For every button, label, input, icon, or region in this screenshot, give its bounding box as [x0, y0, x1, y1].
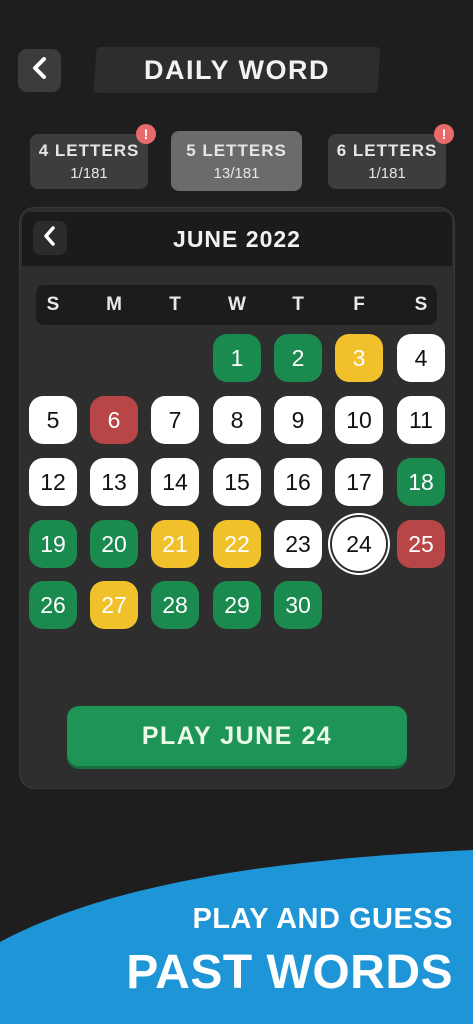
weekday-label: T	[292, 294, 304, 315]
tab-label: 5 LETTERS	[186, 140, 287, 160]
weekday-label: T	[169, 294, 181, 315]
calendar-day[interactable]: 29	[213, 581, 261, 629]
tab-6-letters[interactable]: 6 LETTERS 1/181 !	[328, 124, 454, 189]
tab-label: 4 LETTERS	[38, 141, 140, 160]
page-title: DAILY WORD	[143, 54, 331, 85]
previous-month-button[interactable]	[33, 221, 67, 255]
weekday-label: M	[106, 294, 122, 315]
promo-headline: PLAY AND GUESS	[192, 903, 453, 935]
calendar-day[interactable]: 25	[397, 520, 445, 568]
calendar-day[interactable]: 28	[151, 581, 199, 629]
calendar-day[interactable]: 22	[213, 520, 261, 568]
calendar-day[interactable]: 14	[151, 458, 199, 506]
chevron-left-icon	[42, 225, 58, 251]
calendar-day[interactable]: 10	[335, 396, 383, 444]
calendar-day[interactable]: 30	[274, 581, 322, 629]
calendar-day[interactable]: 2	[274, 334, 322, 382]
calendar-day[interactable]: 20	[90, 520, 138, 568]
weekday-label: S	[46, 294, 60, 315]
calendar-day[interactable]: 9	[274, 396, 322, 444]
calendar-day[interactable]: 21	[151, 520, 199, 568]
alert-badge: !	[434, 124, 454, 144]
tab-progress: 1/181	[70, 165, 108, 182]
calendar-day[interactable]: 7	[151, 396, 199, 444]
calendar-day[interactable]: 4	[397, 334, 445, 382]
tab-progress: 1/181	[368, 165, 406, 182]
calendar-day[interactable]: 12	[29, 458, 77, 506]
alert-badge: !	[136, 124, 156, 144]
promo-subheadline: PAST WORDS	[126, 946, 453, 999]
calendar-day[interactable]: 11	[397, 396, 445, 444]
calendar-day[interactable]: 23	[274, 520, 322, 568]
calendar-day[interactable]: 27	[90, 581, 138, 629]
calendar-day[interactable]: 3	[335, 334, 383, 382]
play-button[interactable]: PLAY JUNE 24	[67, 706, 407, 766]
calendar-day[interactable]: 26	[29, 581, 77, 629]
calendar-day[interactable]: 1	[213, 334, 261, 382]
weekday-label: W	[228, 294, 246, 315]
weekday-label: F	[353, 294, 365, 315]
tab-progress: 13/181	[213, 164, 260, 182]
calendar-day[interactable]: 13	[90, 458, 138, 506]
month-title: JUNE 2022	[173, 225, 301, 252]
chevron-left-icon	[30, 57, 50, 84]
tab-5-letters[interactable]: 5 LETTERS 13/181	[171, 131, 302, 191]
calendar-day[interactable]: 17	[335, 458, 383, 506]
calendar-day[interactable]: 24	[332, 517, 386, 571]
calendar-day[interactable]: 15	[213, 458, 261, 506]
calendar-day[interactable]: 16	[274, 458, 322, 506]
calendar-day[interactable]: 6	[90, 396, 138, 444]
tab-label: 6 LETTERS	[336, 141, 438, 160]
tab-4-letters[interactable]: 4 LETTERS 1/181 !	[30, 124, 156, 189]
calendar-day[interactable]: 5	[29, 396, 77, 444]
back-button[interactable]	[18, 49, 61, 92]
calendar-day[interactable]: 18	[397, 458, 445, 506]
calendar-day[interactable]: 19	[29, 520, 77, 568]
weekday-label: S	[414, 294, 428, 315]
calendar-day[interactable]: 8	[213, 396, 261, 444]
